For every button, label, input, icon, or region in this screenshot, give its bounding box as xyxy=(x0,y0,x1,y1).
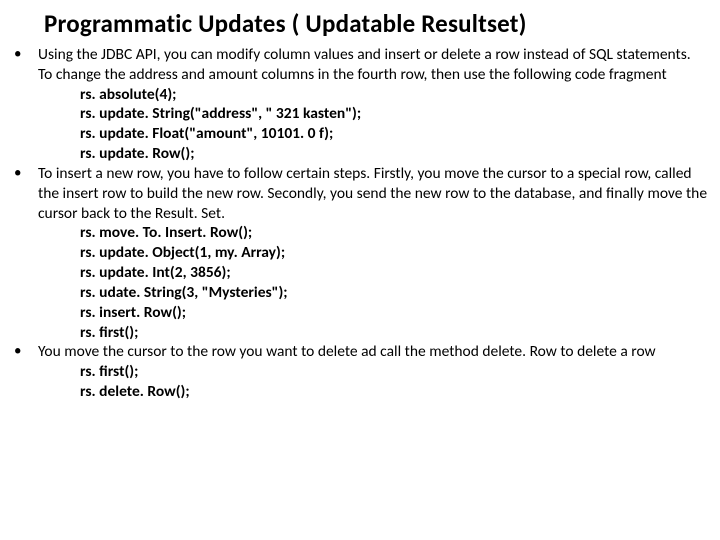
list-item: • You move the cursor to the row you wan… xyxy=(8,342,708,401)
code-line: rs. first(); xyxy=(80,323,708,343)
code-line: rs. update. Float("amount", 10101. 0 f); xyxy=(80,124,708,144)
bullet-content: Using the JDBC API, you can modify colum… xyxy=(38,45,708,164)
bullet-text: Using the JDBC API, you can modify colum… xyxy=(38,45,691,84)
bullet-marker: • xyxy=(8,164,38,183)
code-line: rs. insert. Row(); xyxy=(80,303,708,323)
list-item: • Using the JDBC API, you can modify col… xyxy=(8,45,708,164)
bullet-marker: • xyxy=(8,45,38,64)
bullet-content: To insert a new row, you have to follow … xyxy=(38,164,708,342)
code-line: rs. absolute(4); xyxy=(80,85,708,105)
list-item: • To insert a new row, you have to follo… xyxy=(8,164,708,342)
code-line: rs. update. Row(); xyxy=(80,144,708,164)
code-line: rs. update. Object(1, my. Array); xyxy=(80,243,708,263)
code-line: rs. first(); xyxy=(80,362,708,382)
code-line: rs. update. String("address", " 321 kast… xyxy=(80,104,708,124)
bullet-text: You move the cursor to the row you want … xyxy=(38,342,656,361)
code-block: rs. first(); rs. delete. Row(); xyxy=(38,362,708,402)
code-line: rs. udate. String(3, "Mysteries"); xyxy=(80,283,708,303)
code-line: rs. move. To. Insert. Row(); xyxy=(80,223,708,243)
bullet-list: • Using the JDBC API, you can modify col… xyxy=(8,45,708,402)
bullet-text: To insert a new row, you have to follow … xyxy=(38,164,707,223)
code-block: rs. absolute(4); rs. update. String("add… xyxy=(38,85,708,164)
page-title: Programmatic Updates ( Updatable Results… xyxy=(44,8,708,39)
code-line: rs. delete. Row(); xyxy=(80,382,708,402)
bullet-marker: • xyxy=(8,342,38,361)
bullet-content: You move the cursor to the row you want … xyxy=(38,342,708,401)
code-line: rs. update. Int(2, 3856); xyxy=(80,263,708,283)
code-block: rs. move. To. Insert. Row(); rs. update.… xyxy=(38,223,708,342)
